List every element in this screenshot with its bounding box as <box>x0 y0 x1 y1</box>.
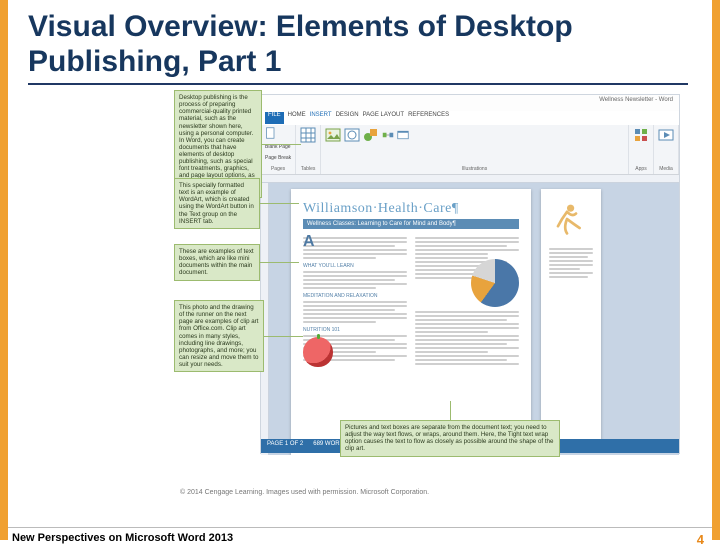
tab-page-layout[interactable]: PAGE LAYOUT <box>363 112 404 124</box>
blank-page-label: Blank Page <box>265 144 291 150</box>
tab-insert[interactable]: INSERT <box>310 112 332 124</box>
newsletter-subtitle: Wellness Classes: Learning to Care for M… <box>303 219 519 229</box>
copyright-text: © 2014 Cengage Learning. Images used wit… <box>180 489 429 496</box>
pie-chart-graphic <box>471 259 519 307</box>
ribbon-group-pages: Blank Page Page Break Pages <box>261 125 296 174</box>
group-label-illustrations: Illustrations <box>325 166 624 172</box>
group-label-pages: Pages <box>265 166 291 172</box>
pictures-icon[interactable] <box>325 127 341 143</box>
document-area: Williamson·Health·Care¶ Wellness Classes… <box>261 175 679 455</box>
ribbon-group-illustrations: Illustrations <box>321 125 629 174</box>
title-bar: Wellness Newsletter - Word <box>261 95 679 111</box>
screenshot-icon[interactable] <box>397 129 409 141</box>
smartart-icon[interactable] <box>382 129 394 141</box>
subhead-2: MEDITATION AND RELAXATION <box>303 293 407 299</box>
blank-page-icon[interactable] <box>265 127 277 139</box>
callout-clip-art: This photo and the drawing of the runner… <box>174 300 264 372</box>
subhead-1: WHAT YOU'LL LEARN <box>303 263 407 269</box>
tab-design[interactable]: DESIGN <box>336 112 359 124</box>
callout-text-boxes: These are examples of text boxes, which … <box>174 244 260 281</box>
newsletter-wordart-title: Williamson·Health·Care¶ <box>303 201 519 217</box>
group-label-tables: Tables <box>300 166 316 172</box>
column-left: A WHAT YOU'LL LEARN MEDITATION AND RELAX… <box>303 235 407 369</box>
footer-text: New Perspectives on Microsoft Word 2013 <box>12 532 233 544</box>
ribbon-group-media: Media <box>654 125 679 174</box>
subhead-3: NUTRITION 101 <box>303 327 407 333</box>
apps-icon[interactable] <box>633 127 649 143</box>
callout-wordart: This specially formatted text is an exam… <box>174 178 260 229</box>
tab-file[interactable]: FILE <box>265 112 284 124</box>
ribbon-group-apps: Apps <box>629 125 654 174</box>
shapes-icon[interactable] <box>363 127 379 143</box>
footer: New Perspectives on Microsoft Word 2013 … <box>8 527 712 532</box>
group-label-media: Media <box>658 166 674 172</box>
ribbon-group-tables: Tables <box>296 125 321 174</box>
accent-bar-right <box>712 0 720 540</box>
apple-clip-art <box>303 337 333 367</box>
callout-text-wrap: Pictures and text boxes are separate fro… <box>340 420 560 457</box>
online-pictures-icon[interactable] <box>344 127 360 143</box>
tab-home[interactable]: HOME <box>288 112 306 124</box>
window-title: Wellness Newsletter - Word <box>599 97 673 103</box>
page-break-label: Page Break <box>265 155 291 161</box>
group-label-apps: Apps <box>633 166 649 172</box>
ribbon-tabs: FILE HOME INSERT DESIGN PAGE LAYOUT REFE… <box>261 111 679 125</box>
newsletter-page-1: Williamson·Health·Care¶ Wellness Classes… <box>291 189 531 455</box>
table-icon[interactable] <box>300 127 316 143</box>
running-figure-clip-art <box>549 201 585 237</box>
page-title: Visual Overview: Elements of Desktop Pub… <box>28 10 688 85</box>
figure-word-screenshot: Desktop publishing is the process of pre… <box>180 94 680 484</box>
online-video-icon[interactable] <box>658 127 674 143</box>
word-window: Wellness Newsletter - Word FILE HOME INS… <box>260 94 680 454</box>
tab-references[interactable]: REFERENCES <box>408 112 449 124</box>
newsletter-page-2 <box>541 189 601 449</box>
ribbon: Blank Page Page Break Pages Tables Ill <box>261 125 679 175</box>
accent-bar-left <box>0 0 8 540</box>
drop-cap: A <box>303 235 315 249</box>
column-right <box>415 235 519 369</box>
ruler-horizontal <box>261 175 679 183</box>
status-page: PAGE 1 OF 2 <box>267 441 303 451</box>
